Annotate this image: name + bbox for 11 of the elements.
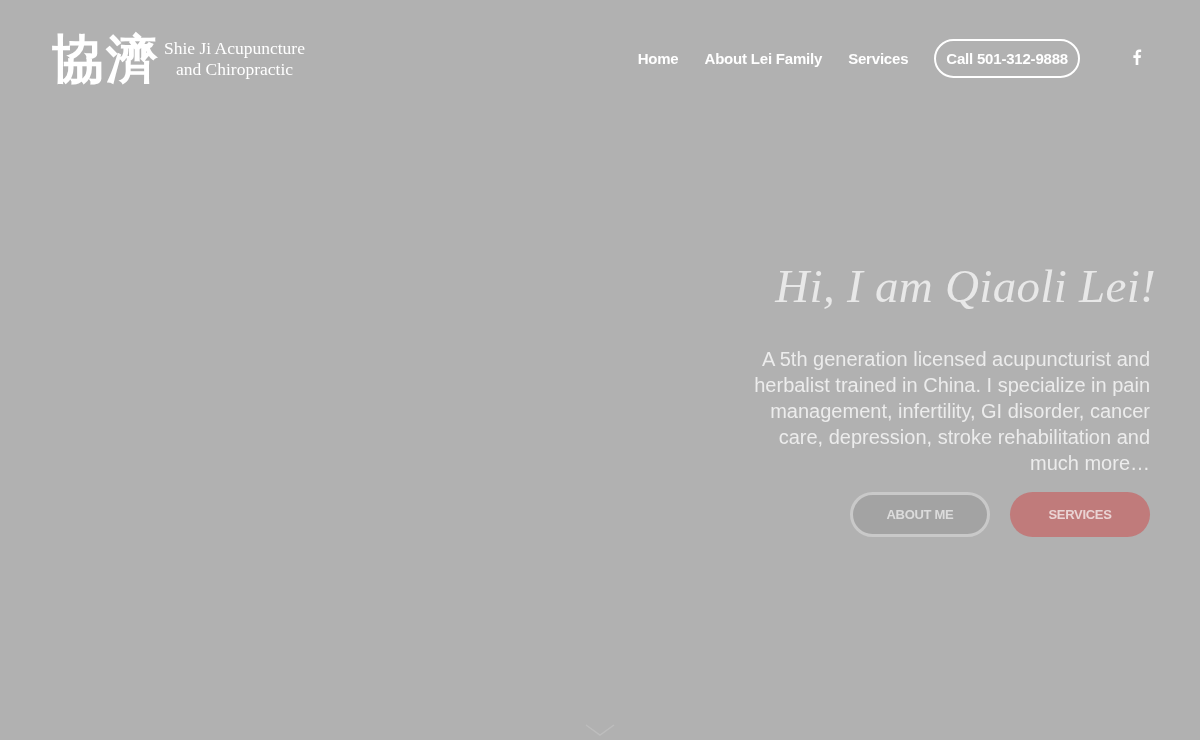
services-button[interactable]: SERVICES xyxy=(1010,492,1150,537)
nav-link[interactable]: Home xyxy=(637,40,679,76)
nav-link[interactable]: About Lei Family xyxy=(704,40,823,76)
hero-text: A 5th generation licensed acupuncturist and herbalist trained in China. I specialize in pain management, infertility, GI disorder, cancer care, depression, stroke rehabilitation and much more… xyxy=(753,347,1150,476)
logo-text[interactable]: and Chiropractic xyxy=(175,59,294,80)
call-button[interactable]: Call 501-312-9888 xyxy=(934,38,1080,78)
logo-text[interactable]: Shie Ji Acupuncture xyxy=(164,38,305,59)
nav-link[interactable]: Services xyxy=(848,40,909,76)
about-button[interactable]: ABOUT ME xyxy=(850,492,990,537)
facebook-icon[interactable] xyxy=(1132,49,1142,65)
logo-characters[interactable]: 協濟 xyxy=(52,33,160,85)
